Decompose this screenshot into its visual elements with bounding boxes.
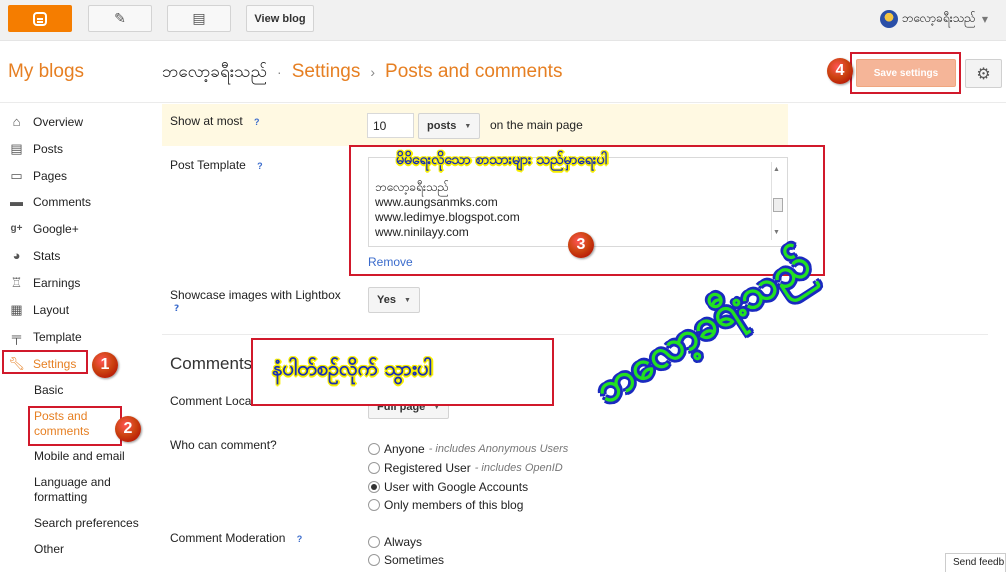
show-unit-dropdown[interactable]: posts ▼ [418,113,481,139]
top-bar: ✎ ▤ View blog ဘလော့ခရီးသည် ▼ [0,0,1006,41]
breadcrumb-settings[interactable]: Settings [292,61,361,83]
annotation-badge-1: 1 [92,352,118,378]
radio-button[interactable] [368,499,380,511]
posts-list-button[interactable]: ▤ [167,5,231,32]
radio-members-only[interactable]: Only members of this blog [368,498,523,512]
sidebar-item-label: Earnings [33,275,81,290]
blogger-logo-button[interactable] [8,5,72,32]
googleplus-icon: g+ [10,223,23,234]
sidebar-item-label: Comments [33,194,92,209]
sidebar-item-googleplus[interactable]: g+ Google+ [8,221,79,236]
help-icon[interactable]: ? [174,304,179,314]
help-icon[interactable]: ? [257,161,263,171]
annotation-badge-2: 2 [115,416,141,442]
blogger-icon [33,11,47,26]
trophy-icon: ♖ [10,274,23,290]
annotation-box-settings [2,350,88,374]
home-icon: ⌂ [12,114,21,129]
show-at-most-input[interactable]: 10 [367,113,414,138]
radio-button[interactable] [368,443,380,455]
sidebar-item-label: Overview [33,114,84,129]
radio-button[interactable] [368,462,380,474]
chevron-down-icon: ▼ [464,122,472,130]
user-name: ဘလော့ခရီးသည် [901,11,976,25]
sidebar-item-stats[interactable]: ◕ Stats [8,248,61,263]
show-suffix-label: on the main page [490,118,583,132]
radio-always[interactable]: Always [368,535,422,549]
sidebar-item-label: Posts [33,141,64,156]
layout-icon: ▦ [10,301,23,317]
breadcrumb: ဘလော့ခရီးသည် · Settings › Posts and comm… [162,61,562,86]
radio-sometimes[interactable]: Sometimes [368,553,444,567]
sidebar-subitem-other[interactable]: Other [34,542,64,557]
sidebar-item-template[interactable]: ╤ Template [8,329,82,344]
annotation-caption-template: မိမိရေးလိုသော စာသားများ သည်မှာရေးပါ [396,152,607,168]
sidebar-item-comments[interactable]: ▬ Comments [8,194,91,209]
breadcrumb-separator: › [370,64,376,80]
radio-anyone[interactable]: Anyone - includes Anonymous Users [368,442,568,456]
section-divider [162,334,988,335]
who-can-comment-label: Who can comment? [170,438,277,452]
annotation-box-posts-comments [28,406,122,446]
annotation-caption-instruction: နံပါတ်စဉ်လိုက် သွားပါ [272,356,432,380]
lightbox-dropdown[interactable]: Yes ▼ [368,287,420,313]
sidebar-item-label: Template [33,329,82,344]
breadcrumb-blog-name[interactable]: ဘလော့ခရီးသည် [162,61,267,86]
sidebar-item-label: Google+ [33,221,79,236]
my-blogs-link[interactable]: My blogs [8,61,84,83]
pencil-icon: ✎ [114,10,126,27]
sidebar-item-posts[interactable]: ▤ Posts [8,141,63,156]
account-menu[interactable]: ဘလော့ခရီးသည် ▼ [879,10,988,28]
new-post-button[interactable]: ✎ [88,5,152,32]
show-at-most-label: Show at most ? [170,114,260,128]
chevron-down-icon: ▼ [403,296,411,304]
avatar [879,10,898,28]
radio-button[interactable] [368,536,380,548]
gear-icon[interactable]: ⚙ [965,59,1002,88]
annotation-badge-3: 3 [568,232,594,258]
sidebar-item-pages[interactable]: ▭ Pages [8,168,67,183]
breadcrumb-current-page: Posts and comments [385,61,563,82]
annotation-badge-4: 4 [827,58,853,84]
help-icon[interactable]: ? [297,534,303,544]
view-blog-button[interactable]: View blog [246,5,314,32]
sidebar-subitem-basic[interactable]: Basic [34,383,63,398]
sidebar-item-label: Stats [33,248,61,263]
comments-section-title: Comments [170,354,253,373]
sidebar-subitem-language-and-formatting[interactable]: Language and formatting [34,475,134,505]
annotation-box-save [850,52,961,94]
breadcrumb-separator: · [277,64,282,80]
radio-button-selected[interactable] [368,481,380,493]
comment-moderation-label: Comment Moderation ? [170,531,303,545]
comment-icon: ▬ [10,194,23,209]
sidebar-item-layout[interactable]: ▦ Layout [8,302,69,317]
radio-registered-user[interactable]: Registered User - includes OpenID [368,461,563,475]
sidebar-item-label: Layout [33,302,70,317]
help-icon[interactable]: ? [254,117,260,127]
lightbox-label: Showcase images with Lightbox [170,288,341,302]
chevron-down-icon: ▼ [981,14,988,24]
radio-google-accounts[interactable]: User with Google Accounts [368,480,528,494]
pages-icon: ▭ [10,167,23,183]
sidebar-item-earnings[interactable]: ♖ Earnings [8,274,81,290]
send-feedback-button[interactable]: Send feedb [945,553,1006,572]
radio-button[interactable] [368,554,380,566]
sidebar-subitem-mobile-and-email[interactable]: Mobile and email [34,449,125,464]
posts-icon: ▤ [10,140,23,156]
documents-icon: ▤ [192,10,206,27]
sidebar-item-overview[interactable]: ⌂ Overview [8,114,83,129]
sidebar-subitem-search-preferences[interactable]: Search preferences [34,516,139,531]
stats-icon: ◕ [12,248,21,263]
paint-roller-icon: ╤ [11,329,22,344]
post-template-label: Post Template ? [170,158,263,172]
sidebar-item-label: Pages [33,168,68,183]
